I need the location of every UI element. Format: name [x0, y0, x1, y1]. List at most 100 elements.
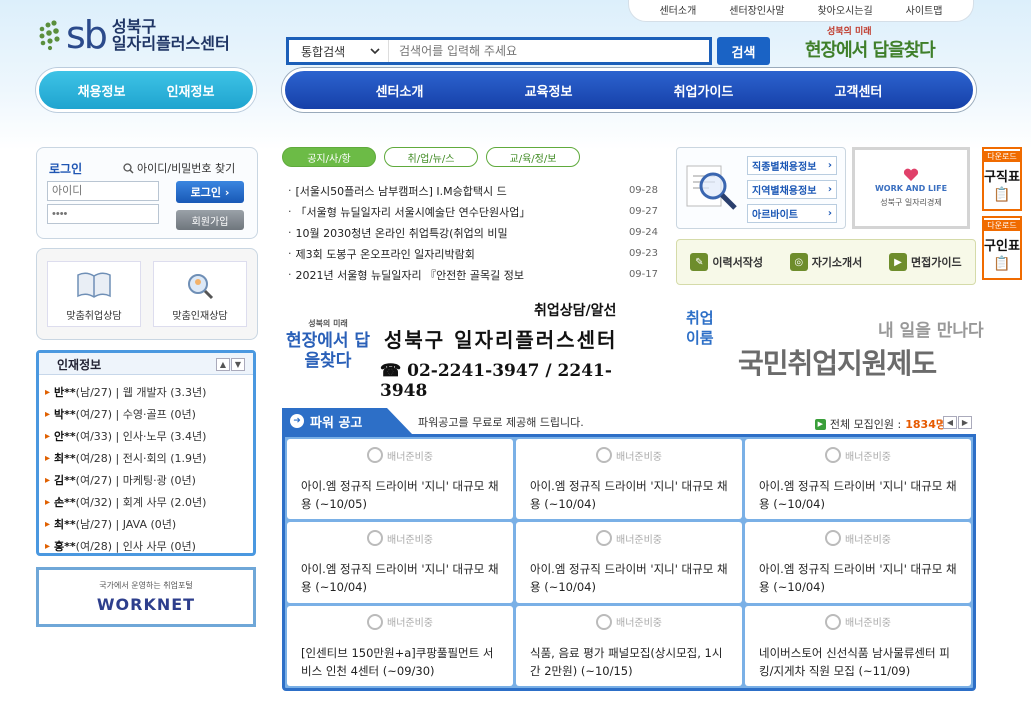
- join-button[interactable]: 회원가입: [176, 210, 244, 230]
- search-icon: [123, 162, 134, 174]
- refresh-icon: [596, 447, 612, 463]
- nav-job-info[interactable]: 채용정보: [78, 81, 126, 100]
- util-link[interactable]: 사이트맵: [906, 2, 943, 17]
- slogan-logo: 성북의 미래 현장에서 답을찾다: [805, 27, 936, 61]
- refresh-icon: [596, 530, 612, 547]
- tab-job-news[interactable]: 취/업/뉴/스: [384, 147, 478, 167]
- talent-info-panel: 인재정보 ▲ ▼ ▸ 반** (남/27) | 웹 개발자 (3.3년) ▸ 박**(…: [36, 350, 256, 556]
- job-by-region-link[interactable]: 지역별채용정보 ›: [747, 180, 837, 199]
- power-grid: 배너준비중 아이.엠 정규직 드라이버 '지니' 대규모 채용 (~10/05) …: [282, 434, 976, 691]
- national-employment-banner[interactable]: 취업 이룸 내 일을 만나다 국민취업지원제도: [680, 298, 1010, 390]
- job-card[interactable]: 배너준비중 [인센티브 150만원+a]쿠팡풀필먼트 서비스 인천 4센터 (~0…: [287, 605, 513, 686]
- job-by-category-link[interactable]: 직종별채용정보 ›: [747, 156, 837, 175]
- user-id-input[interactable]: [47, 181, 159, 201]
- site-logo[interactable]: sb 성북구 일자리플러스센터: [36, 12, 261, 58]
- center-contact-banner[interactable]: 취업상담/알선 성북의 미래 현장에서 답을찾다 성북구 일자리플러스센터 ☎ …: [280, 298, 650, 401]
- refresh-icon: [596, 613, 612, 630]
- refresh-icon: [367, 613, 383, 630]
- document-icon: ✎: [690, 253, 709, 271]
- arrow-down-icon[interactable]: ▼: [231, 358, 245, 371]
- list-item[interactable]: ▸ 최** (여/28) | 전시·회의 (1.9년): [45, 447, 251, 469]
- part-time-link[interactable]: 아르바이트 ›: [747, 204, 837, 223]
- interview-guide-link[interactable]: ▶ 면접가이드: [889, 253, 962, 271]
- play-icon: ▶: [889, 253, 908, 271]
- nav-education[interactable]: 교육정보: [525, 81, 573, 100]
- download-job-offer-form[interactable]: 다운로드 구인표 📋: [982, 216, 1022, 280]
- list-item[interactable]: ▸ 안** (여/33) | 인사·노무 (3.4년): [45, 425, 251, 447]
- phone-icon: ☎: [380, 361, 402, 381]
- arrow-left-icon[interactable]: ◀: [943, 416, 957, 429]
- utility-menu: 센터소개 센터장인사말 찾아오시는길 사이트맵: [628, 0, 974, 22]
- util-link[interactable]: 센터소개: [659, 2, 696, 17]
- search-input[interactable]: [389, 44, 709, 58]
- talent-arrows: ▲ ▼: [216, 358, 245, 371]
- refresh-icon: [367, 530, 383, 547]
- job-card[interactable]: 배너준비중 아이.엠 정규직 드라이버 '지니' 대규모 채용 (~10/04): [745, 522, 971, 603]
- util-link[interactable]: 찾아오시는길: [817, 2, 872, 17]
- job-card[interactable]: 배너준비중 식품, 음료 평가 패널모집(상시모집, 1시간 2만원) (~10/…: [516, 605, 742, 686]
- job-search-box: 직종별채용정보 › 지역별채용정보 › 아르바이트 ›: [676, 147, 846, 229]
- job-card[interactable]: 배너준비중 아이.엠 정규직 드라이버 '지니' 대규모 채용 (~10/04): [745, 439, 971, 520]
- power-title: ➜ 파워 공고: [282, 408, 412, 434]
- download-job-seeker-form[interactable]: 다운로드 구직표 📋: [982, 147, 1022, 211]
- form-icon: 📋: [993, 256, 1011, 272]
- magnifier-icon: [686, 165, 737, 210]
- list-item[interactable]: ▸ 손** (여/32) | 회계 사무 (2.0년): [45, 491, 251, 513]
- nav-talent-info[interactable]: 인재정보: [167, 81, 215, 100]
- job-consult-button[interactable]: 맞춤취업상담: [47, 261, 141, 327]
- talent-consult-button[interactable]: 맞춤인재상담: [153, 261, 247, 327]
- tab-education-info[interactable]: 교/육/정/보: [486, 147, 580, 167]
- refresh-icon: [825, 613, 841, 630]
- nav-center-intro[interactable]: 센터소개: [376, 81, 424, 100]
- phone-number: ☎ 02-2241-3947 / 2241-3948: [380, 361, 612, 401]
- job-card[interactable]: 배너준비중 아이.엠 정규직 드라이버 '지니' 대규모 채용 (~10/04): [516, 522, 742, 603]
- list-item[interactable]: ▸ 반** (남/27) | 웹 개발자 (3.3년): [45, 381, 251, 403]
- cover-letter-link[interactable]: ◎ 자기소개서: [789, 253, 862, 271]
- main-nav: 센터소개 교육정보 취업가이드 고객센터: [282, 68, 976, 112]
- job-card[interactable]: 배너준비중 아이.엠 정규직 드라이버 '지니' 대규모 채용 (~10/04): [287, 522, 513, 603]
- login-title: 로그인: [49, 162, 83, 176]
- power-arrows: ◀ ▶: [943, 416, 972, 429]
- arrow-up-icon[interactable]: ▲: [216, 358, 230, 371]
- form-icon: 📋: [993, 187, 1011, 203]
- work-life-banner[interactable]: WORK AND LIFE 성북구 일자리경제: [852, 147, 970, 229]
- tab-notice[interactable]: 공지/사/항: [282, 147, 376, 167]
- list-item[interactable]: ▸ 박** (여/27) | 수영·골프 (0년): [45, 403, 251, 425]
- search-button[interactable]: 검색: [717, 37, 770, 65]
- notice-list: · [서울시50플러스 남부캠퍼스] I.M승합택시 드 09-28 · 「서울형 뉴…: [288, 180, 658, 285]
- list-item[interactable]: · 10월 2030청년 온라인 취업특강(취업의 비밀 09-24: [288, 222, 658, 243]
- list-item[interactable]: · [서울시50플러스 남부캠퍼스] I.M승합택시 드 09-28: [288, 180, 658, 201]
- power-listings: ➜ 파워 공고 파워공고를 무료로 제공해 드립니다. ▶ 전체 모집인원 : …: [282, 408, 976, 691]
- list-item[interactable]: · 제3회 도봉구 온오프라인 일자리박람회 09-23: [288, 243, 658, 264]
- nav-job-guide[interactable]: 취업가이드: [674, 81, 734, 100]
- talent-list: ▸ 반** (남/27) | 웹 개발자 (3.3년) ▸ 박** (여/27) | 수…: [45, 381, 251, 557]
- login-button[interactable]: 로그인 ›: [176, 181, 244, 203]
- list-item[interactable]: · 2021년 서울형 뉴딜일자리 『안전한 골목길 정보 09-17: [288, 264, 658, 285]
- job-card[interactable]: 배너준비중 아이.엠 정규직 드라이버 '지니' 대규모 채용 (~10/05): [287, 439, 513, 520]
- arrow-circle-icon: ➜: [290, 414, 304, 428]
- job-card[interactable]: 배너준비중 아이.엠 정규직 드라이버 '지니' 대규모 채용 (~10/04): [516, 439, 742, 520]
- arrow-right-icon[interactable]: ▶: [958, 416, 972, 429]
- list-item[interactable]: · 「서울형 뉴딜일자리 서울시예술단 연수단원사업」 09-27: [288, 201, 658, 222]
- nav-customer-center[interactable]: 고객센터: [835, 81, 883, 100]
- slogan-logo: 성북의 미래 현장에서 답을찾다: [285, 319, 371, 371]
- find-id-pw-link[interactable]: 아이디/비밀번호 찾기: [123, 160, 235, 176]
- refresh-icon: [825, 530, 841, 547]
- util-link[interactable]: 센터장인사말: [729, 2, 784, 17]
- login-box: 로그인 아이디/비밀번호 찾기 로그인 › 회원가입: [36, 147, 258, 239]
- refresh-icon: [367, 447, 383, 463]
- search-scope-select[interactable]: 통합검색: [289, 40, 389, 62]
- logo-sb-text: sb: [66, 13, 108, 57]
- list-item[interactable]: ▸ 최** (남/27) | JAVA (0년): [45, 513, 251, 535]
- list-item[interactable]: ▸ 홍** (여/28) | 인사 사무 (0년): [45, 535, 251, 557]
- play-icon: ▶: [814, 418, 826, 430]
- worknet-banner[interactable]: 국가에서 운영하는 취업포털 WORKNET: [36, 567, 256, 627]
- job-card[interactable]: 배너준비중 네이버스토어 신선식품 남사물류센터 피킹/지게차 직원 모집 (~1…: [745, 605, 971, 686]
- list-item[interactable]: ▸ 김** (여/27) | 마케팅·광 (0년): [45, 469, 251, 491]
- resume-link[interactable]: ✎ 이력서작성: [690, 253, 763, 271]
- binoculars-icon: ◎: [789, 253, 808, 271]
- tool-links: ✎ 이력서작성 ◎ 자기소개서 ▶ 면접가이드: [676, 239, 976, 285]
- password-input[interactable]: [47, 204, 159, 224]
- total-count: ▶ 전체 모집인원 : 1834명: [814, 416, 946, 432]
- magnifier-icon: [188, 274, 214, 300]
